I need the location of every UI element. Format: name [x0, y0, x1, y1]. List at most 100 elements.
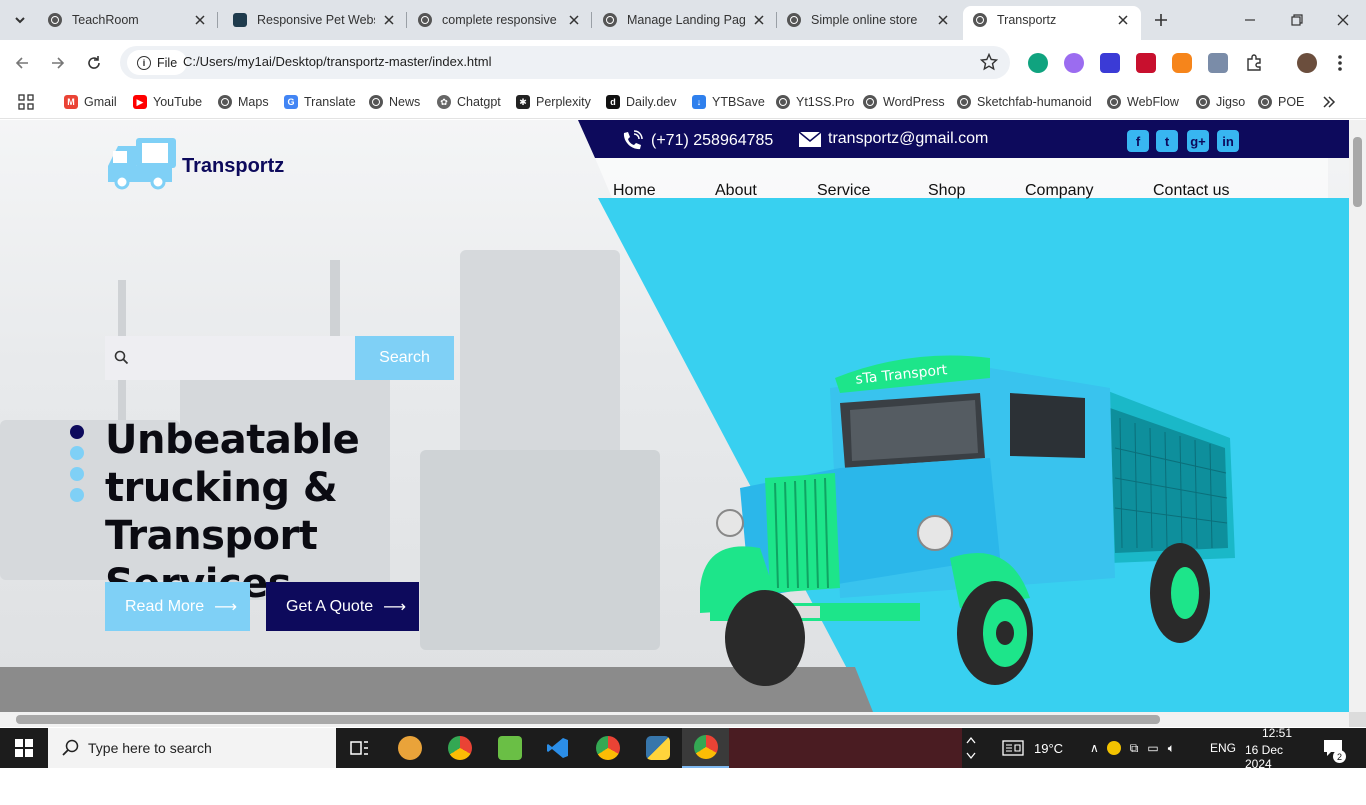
bookmark-ytbsave[interactable]: ↓ YTBSave — [692, 92, 765, 112]
bookmark-poe[interactable]: POE — [1258, 92, 1304, 112]
bookmark-star-icon[interactable] — [979, 52, 999, 74]
close-icon[interactable] — [192, 12, 208, 28]
email-contact[interactable]: transportz@gmail.com — [798, 130, 988, 148]
bookmark-yt1ss[interactable]: Yt1SS.Pro — [776, 92, 854, 112]
google-plus-icon[interactable]: g+ — [1187, 130, 1209, 152]
tab-separator — [217, 12, 218, 28]
bookmark-sketchfab[interactable]: Sketchfab-humanoid — [957, 92, 1092, 112]
weather-temp: 19°C — [1034, 740, 1064, 756]
python-app[interactable] — [634, 728, 682, 768]
tray-icons[interactable]: ∧ ⧉ ▭ 🔈︎ — [1090, 728, 1185, 768]
reload-button[interactable] — [82, 51, 106, 75]
slider-dot-4[interactable] — [70, 488, 84, 502]
nav-service[interactable]: Service — [817, 182, 870, 200]
envelope-icon — [798, 131, 822, 147]
task-view-button[interactable] — [336, 728, 384, 768]
screenshot-extension-icon[interactable] — [1208, 53, 1228, 73]
tab-complete-responsive[interactable]: complete responsive — [408, 6, 592, 34]
linkedin-icon[interactable]: in — [1217, 130, 1239, 152]
bookmark-translate[interactable]: G Translate — [284, 92, 356, 112]
gmail-icon: M — [64, 95, 78, 109]
bookmark-gmail[interactable]: M Gmail — [64, 92, 117, 112]
app-green[interactable] — [486, 728, 534, 768]
weather-widget[interactable]: 19°C — [1002, 728, 1063, 768]
back-button[interactable] — [10, 51, 34, 75]
tab-simple-online-store[interactable]: Simple online store — [777, 6, 961, 34]
taskbar-search[interactable]: Type here to search — [48, 728, 336, 768]
taskbar-scroll[interactable] — [962, 728, 980, 768]
chrome-profile-active[interactable] — [682, 728, 730, 768]
apps-grid-button[interactable] — [18, 92, 34, 112]
vertical-scrollbar[interactable] — [1349, 120, 1366, 712]
shield-extension-icon[interactable] — [1136, 53, 1156, 73]
search-input[interactable] — [139, 346, 344, 370]
close-icon[interactable] — [381, 12, 397, 28]
clock[interactable]: 12:51 16 Dec 2024 — [1245, 726, 1309, 771]
slider-dot-2[interactable] — [70, 446, 84, 460]
perplexity-icon: ✱ — [516, 95, 530, 109]
brain-extension-icon[interactable] — [1064, 53, 1084, 73]
horizontal-scroll-thumb[interactable] — [16, 715, 1160, 724]
site-info-chip[interactable]: i File — [127, 50, 188, 75]
chatgpt-extension-icon[interactable] — [1028, 53, 1048, 73]
close-icon[interactable] — [566, 12, 582, 28]
site-logo[interactable]: Transportz — [106, 136, 284, 190]
notification-center[interactable]: 2 — [1323, 728, 1346, 768]
bookmark-wordpress[interactable]: WordPress — [863, 92, 945, 112]
read-more-button[interactable]: Read More ⟶ — [105, 582, 250, 631]
twitter-icon[interactable]: t — [1156, 130, 1178, 152]
tab-teachroom[interactable]: TeachRoom — [38, 6, 218, 34]
bookmark-webflow[interactable]: WebFlow — [1107, 92, 1179, 112]
more-bookmarks-button[interactable] — [1322, 92, 1336, 112]
close-window-button[interactable] — [1333, 10, 1353, 30]
tab-responsive-pet[interactable]: Responsive Pet Websi — [223, 6, 407, 34]
new-tab-button[interactable] — [1150, 9, 1172, 31]
vscode-app[interactable] — [534, 728, 582, 768]
slider-dot-3[interactable] — [70, 467, 84, 481]
search-button[interactable]: Search — [355, 336, 454, 380]
tab-search-button[interactable] — [8, 8, 32, 32]
nav-contact-us[interactable]: Contact us — [1153, 182, 1229, 200]
paint-app[interactable] — [386, 728, 434, 768]
bookmark-chatgpt[interactable]: ✿ Chatgpt — [437, 92, 501, 112]
close-icon[interactable] — [935, 12, 951, 28]
bookmark-dailydev[interactable]: d Daily.dev — [606, 92, 676, 112]
nav-company[interactable]: Company — [1025, 182, 1093, 200]
close-icon[interactable] — [751, 12, 767, 28]
nav-about[interactable]: About — [715, 182, 757, 200]
nav-shop[interactable]: Shop — [928, 182, 965, 200]
chrome-profile-2[interactable] — [584, 728, 632, 768]
horizontal-scrollbar[interactable] — [0, 712, 1349, 727]
bookmark-label: Gmail — [84, 95, 117, 109]
minimize-button[interactable] — [1240, 10, 1260, 30]
facebook-icon[interactable]: f — [1127, 130, 1149, 152]
language-indicator[interactable]: ENG — [1210, 728, 1236, 768]
nav-home[interactable]: Home — [613, 182, 656, 200]
close-icon[interactable] — [1115, 12, 1131, 28]
tab-manage-landing[interactable]: Manage Landing Pag — [593, 6, 777, 34]
phone-contact[interactable]: (+71) 258964785 — [620, 130, 773, 152]
chrome-profile-1[interactable] — [436, 728, 484, 768]
slider-dot-1[interactable] — [70, 425, 84, 439]
get-quote-button[interactable]: Get A Quote ⟶ — [266, 582, 419, 631]
bookmark-youtube[interactable]: ▶ YouTube — [133, 92, 202, 112]
start-button[interactable] — [0, 728, 48, 768]
url-text[interactable]: C:/Users/my1ai/Desktop/transportz-master… — [183, 54, 491, 69]
info-icon: i — [137, 55, 151, 70]
restore-button[interactable] — [1287, 10, 1307, 30]
bookmark-news[interactable]: News — [369, 92, 420, 112]
bookmark-maps[interactable]: Maps — [218, 92, 269, 112]
chevron-down-icon — [15, 17, 25, 24]
vertical-scroll-thumb[interactable] — [1353, 137, 1362, 207]
bookmark-perplexity[interactable]: ✱ Perplexity — [516, 92, 591, 112]
bookmark-jigso[interactable]: Jigso — [1196, 92, 1245, 112]
audio-extension-icon[interactable] — [1100, 53, 1120, 73]
forward-button[interactable] — [46, 51, 70, 75]
address-bar[interactable]: i File C:/Users/my1ai/Desktop/transportz… — [120, 46, 1010, 79]
metamask-extension-icon[interactable] — [1172, 53, 1192, 73]
tab-transportz[interactable]: Transportz — [963, 6, 1141, 40]
profile-avatar[interactable] — [1297, 53, 1317, 73]
extensions-puzzle-icon[interactable] — [1244, 53, 1264, 73]
dailydev-icon: d — [606, 95, 620, 109]
menu-kebab-icon[interactable] — [1330, 53, 1350, 73]
